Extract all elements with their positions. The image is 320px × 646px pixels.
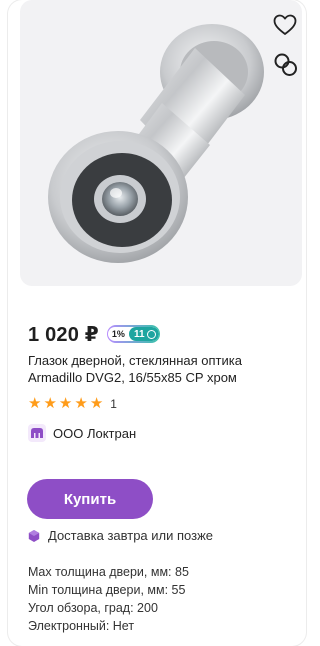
seller-link[interactable]: ООО Локтран bbox=[28, 424, 136, 442]
rating-count: 1 bbox=[110, 397, 117, 411]
product-title[interactable]: Глазок дверной, стеклянная оптика Armadi… bbox=[28, 352, 288, 386]
star-icon: ★ bbox=[74, 395, 88, 412]
star-icon: ★ bbox=[89, 395, 104, 412]
spec-electronic: Электронный: Нет bbox=[28, 619, 135, 633]
spec-view-angle: Угол обзора, град: 200 bbox=[28, 601, 158, 615]
spec-max-thickness: Max толщина двери, мм: 85 bbox=[28, 565, 189, 579]
price-row: 1 020 ₽ 1% 11 bbox=[28, 322, 160, 346]
star-icon: ★ bbox=[58, 395, 73, 412]
star-icon: ★ bbox=[43, 395, 57, 412]
compare-icon bbox=[274, 53, 297, 76]
product-image[interactable] bbox=[20, 0, 302, 286]
delivery-info: Доставка завтра или позже bbox=[28, 528, 213, 543]
delivery-icon bbox=[28, 529, 40, 542]
cashback-percent: 1% bbox=[111, 329, 125, 339]
spec-min-thickness: Min толщина двери, мм: 55 bbox=[28, 583, 186, 597]
star-icon: ★ bbox=[28, 395, 42, 412]
buy-button[interactable]: Купить bbox=[27, 479, 153, 519]
rating[interactable]: ★ ★ ★ ★ ★ 1 bbox=[28, 396, 117, 412]
seller-logo-icon bbox=[28, 424, 46, 442]
favorite-button[interactable] bbox=[273, 14, 299, 38]
bonus-points-value: 11 bbox=[133, 328, 145, 340]
cashback-badge[interactable]: 1% 11 bbox=[106, 325, 160, 343]
bonus-points: 11 bbox=[128, 327, 159, 341]
price: 1 020 ₽ bbox=[28, 323, 99, 346]
seller-name: ООО Локтран bbox=[53, 425, 137, 441]
door-viewer-image bbox=[48, 24, 264, 263]
heart-icon bbox=[273, 14, 297, 35]
specs-list: Max толщина двери, мм: 85 Min толщина дв… bbox=[28, 563, 189, 635]
compare-button[interactable] bbox=[273, 52, 301, 78]
delivery-text: Доставка завтра или позже bbox=[48, 528, 214, 543]
bonus-coin-icon bbox=[146, 329, 156, 339]
